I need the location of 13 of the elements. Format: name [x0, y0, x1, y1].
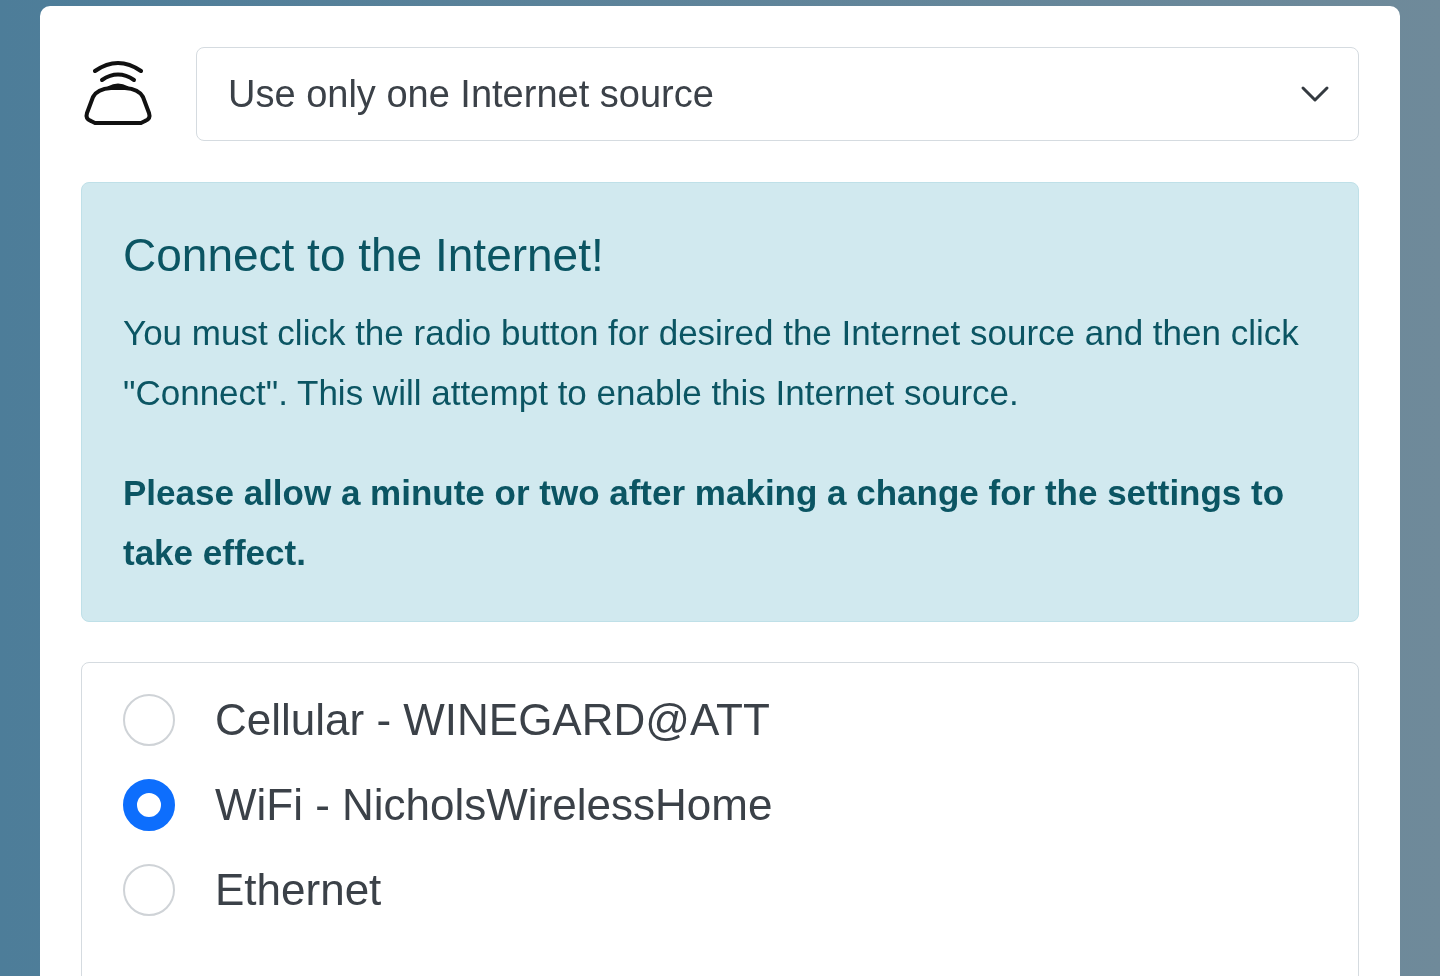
source-label: Ethernet	[215, 863, 382, 916]
source-option[interactable]: Ethernet	[123, 847, 1358, 932]
source-select[interactable]: Use only one Internet source	[196, 47, 1359, 141]
alert-note: Please allow a minute or two after making a change for the settings to take effect.	[123, 472, 1286, 574]
alert-message: You must click the radio button for desired the Internet source and then click "Connect". This will attempt to enable this Internet source.	[123, 312, 1300, 414]
radio-button[interactable]	[123, 778, 175, 831]
alert-title: Connect to the Internet!	[123, 228, 605, 283]
source-label: Cellular - WINEGARD@ATT	[215, 693, 770, 746]
select-value: Use only one Internet source	[228, 71, 714, 117]
source-option[interactable]: Cellular - WINEGARD@ATT	[123, 677, 1358, 762]
source-label: WiFi - NicholsWirelessHome	[215, 778, 773, 831]
source-option[interactable]: WiFi - NicholsWirelessHome	[123, 762, 1358, 847]
chevron-down-icon	[1300, 84, 1330, 104]
